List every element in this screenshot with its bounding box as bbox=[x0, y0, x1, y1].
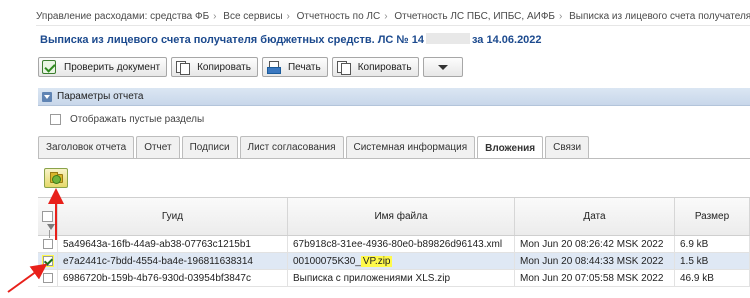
show-empty-sections-label: Отображать пустые разделы bbox=[70, 114, 205, 125]
checkmark-icon bbox=[42, 60, 56, 74]
breadcrumb-separator: › bbox=[384, 11, 388, 22]
select-all-checkbox[interactable] bbox=[42, 211, 53, 222]
copy-icon bbox=[175, 60, 191, 75]
table-row-selected[interactable]: e7a2441c-7bdd-4554-ba4e-196811638314 001… bbox=[38, 253, 750, 270]
attachments-table: Гуид Имя файла Дата Размер 5a49643a-16fb… bbox=[38, 197, 750, 287]
tab-report-header[interactable]: Заголовок отчета bbox=[38, 136, 135, 158]
date-cell: Mon Jun 20 07:05:58 MSK 2022 bbox=[515, 270, 675, 286]
copy-second-label: Копировать bbox=[357, 61, 412, 73]
show-empty-sections-option: Отображать пустые разделы bbox=[50, 114, 204, 125]
breadcrumb-item-expenses[interactable]: Управление расходами: средства ФБ bbox=[36, 11, 209, 22]
print-button[interactable]: Печать bbox=[261, 57, 328, 77]
toolbar: Проверить документ Копировать Печать Коп… bbox=[38, 57, 463, 77]
date-cell: Mon Jun 20 08:26:42 MSK 2022 bbox=[515, 236, 675, 252]
filename-prefix: 00100075K30_ bbox=[293, 255, 361, 267]
copy-second-button[interactable]: Копировать bbox=[331, 57, 419, 77]
table-header: Гуид Имя файла Дата Размер bbox=[38, 197, 750, 236]
row-checkbox[interactable] bbox=[42, 273, 53, 283]
filename-cell: 67b918c8-31ee-4936-80e0-b89826d96143.xml bbox=[288, 236, 515, 252]
collapse-icon[interactable] bbox=[42, 91, 52, 102]
size-cell: 46.9 kB bbox=[675, 270, 750, 286]
breadcrumb-separator: › bbox=[558, 11, 563, 22]
checkbox-highlight bbox=[41, 255, 54, 267]
tab-signatures[interactable]: Подписи bbox=[181, 136, 238, 158]
show-empty-sections-checkbox[interactable] bbox=[50, 114, 61, 125]
breadcrumb-separator: › bbox=[286, 11, 290, 22]
column-header-date[interactable]: Дата bbox=[515, 198, 675, 235]
tab-report[interactable]: Отчет bbox=[136, 136, 180, 158]
chevron-down-icon bbox=[437, 64, 448, 70]
printer-icon bbox=[266, 60, 281, 74]
page-title-suffix: за 14.06.2022 bbox=[471, 34, 542, 46]
page-title-prefix: Выписка из лицевого счета получателя бюд… bbox=[40, 34, 424, 46]
column-header-guid[interactable]: Гуид bbox=[58, 198, 288, 235]
size-cell: 1.5 kB bbox=[675, 253, 750, 269]
report-params-panel-header[interactable]: Параметры отчета bbox=[38, 88, 750, 106]
add-icon bbox=[52, 175, 61, 184]
date-cell: Mon Jun 20 08:44:33 MSK 2022 bbox=[515, 253, 675, 269]
guid-cell: e7a2441c-7bdd-4554-ba4e-196811638314 bbox=[58, 253, 288, 269]
column-header-size[interactable]: Размер bbox=[675, 198, 750, 235]
breadcrumb-item-all-services[interactable]: Все сервисы bbox=[223, 11, 282, 22]
row-select-cell bbox=[38, 270, 58, 286]
guid-cell: 6986720b-159b-4b76-930d-03954bf3847c bbox=[58, 270, 288, 286]
more-actions-dropdown[interactable] bbox=[422, 57, 463, 77]
tab-divider bbox=[38, 158, 750, 159]
page-title: Выписка из лицевого счета получателя бюд… bbox=[40, 33, 542, 46]
report-params-title: Параметры отчета bbox=[57, 91, 144, 102]
breadcrumb-item-ls-reporting[interactable]: Отчетность по ЛС bbox=[297, 11, 381, 22]
column-header-filename[interactable]: Имя файла bbox=[288, 198, 515, 235]
breadcrumb-separator: › bbox=[213, 11, 217, 22]
tab-bar: Заголовок отчета Отчет Подписи Лист согл… bbox=[38, 136, 591, 159]
breadcrumb: Управление расходами: средства ФБ › Все с… bbox=[36, 9, 750, 26]
redacted-account-number bbox=[425, 33, 470, 44]
print-label: Печать bbox=[287, 61, 321, 73]
table-row[interactable]: 5a49643a-16fb-44a9-ab38-07763c1215b1 67b… bbox=[38, 236, 750, 253]
filename-highlighted-extension: VP.zip bbox=[360, 255, 393, 267]
copy-button[interactable]: Копировать bbox=[171, 57, 258, 77]
tab-approval-sheet[interactable]: Лист согласования bbox=[239, 136, 344, 158]
row-checkbox[interactable] bbox=[42, 239, 53, 249]
copy-icon bbox=[336, 60, 351, 75]
sort-indicator-stem bbox=[49, 230, 50, 238]
copy-label: Копировать bbox=[197, 61, 251, 73]
breadcrumb-item-ls-pbs-reporting[interactable]: Отчетность ЛС ПБС, ИПБС, АИФБ bbox=[394, 11, 555, 22]
download-attachment-button[interactable] bbox=[44, 168, 68, 188]
filename-cell: Выписка с приложениями XLS.zip bbox=[288, 270, 515, 286]
guid-cell: 5a49643a-16fb-44a9-ab38-07763c1215b1 bbox=[58, 236, 288, 252]
tab-system-info[interactable]: Системная информация bbox=[345, 136, 476, 158]
verify-document-label: Проверить документ bbox=[64, 61, 161, 73]
breadcrumb-item-statement[interactable]: Выписка из лицевого счета получателя бюд… bbox=[569, 11, 750, 22]
row-select-cell bbox=[38, 236, 58, 252]
tab-attachments[interactable]: Вложения bbox=[477, 136, 544, 159]
size-cell: 6.9 kB bbox=[675, 236, 750, 252]
tab-links[interactable]: Связи bbox=[545, 136, 590, 158]
filename-cell: 00100075K30_ VP.zip bbox=[288, 253, 515, 269]
row-checkbox-checked[interactable] bbox=[42, 256, 53, 266]
row-select-cell bbox=[38, 253, 58, 269]
table-row[interactable]: 6986720b-159b-4b76-930d-03954bf3847c Вып… bbox=[38, 270, 750, 287]
verify-document-button[interactable]: Проверить документ bbox=[38, 57, 168, 77]
